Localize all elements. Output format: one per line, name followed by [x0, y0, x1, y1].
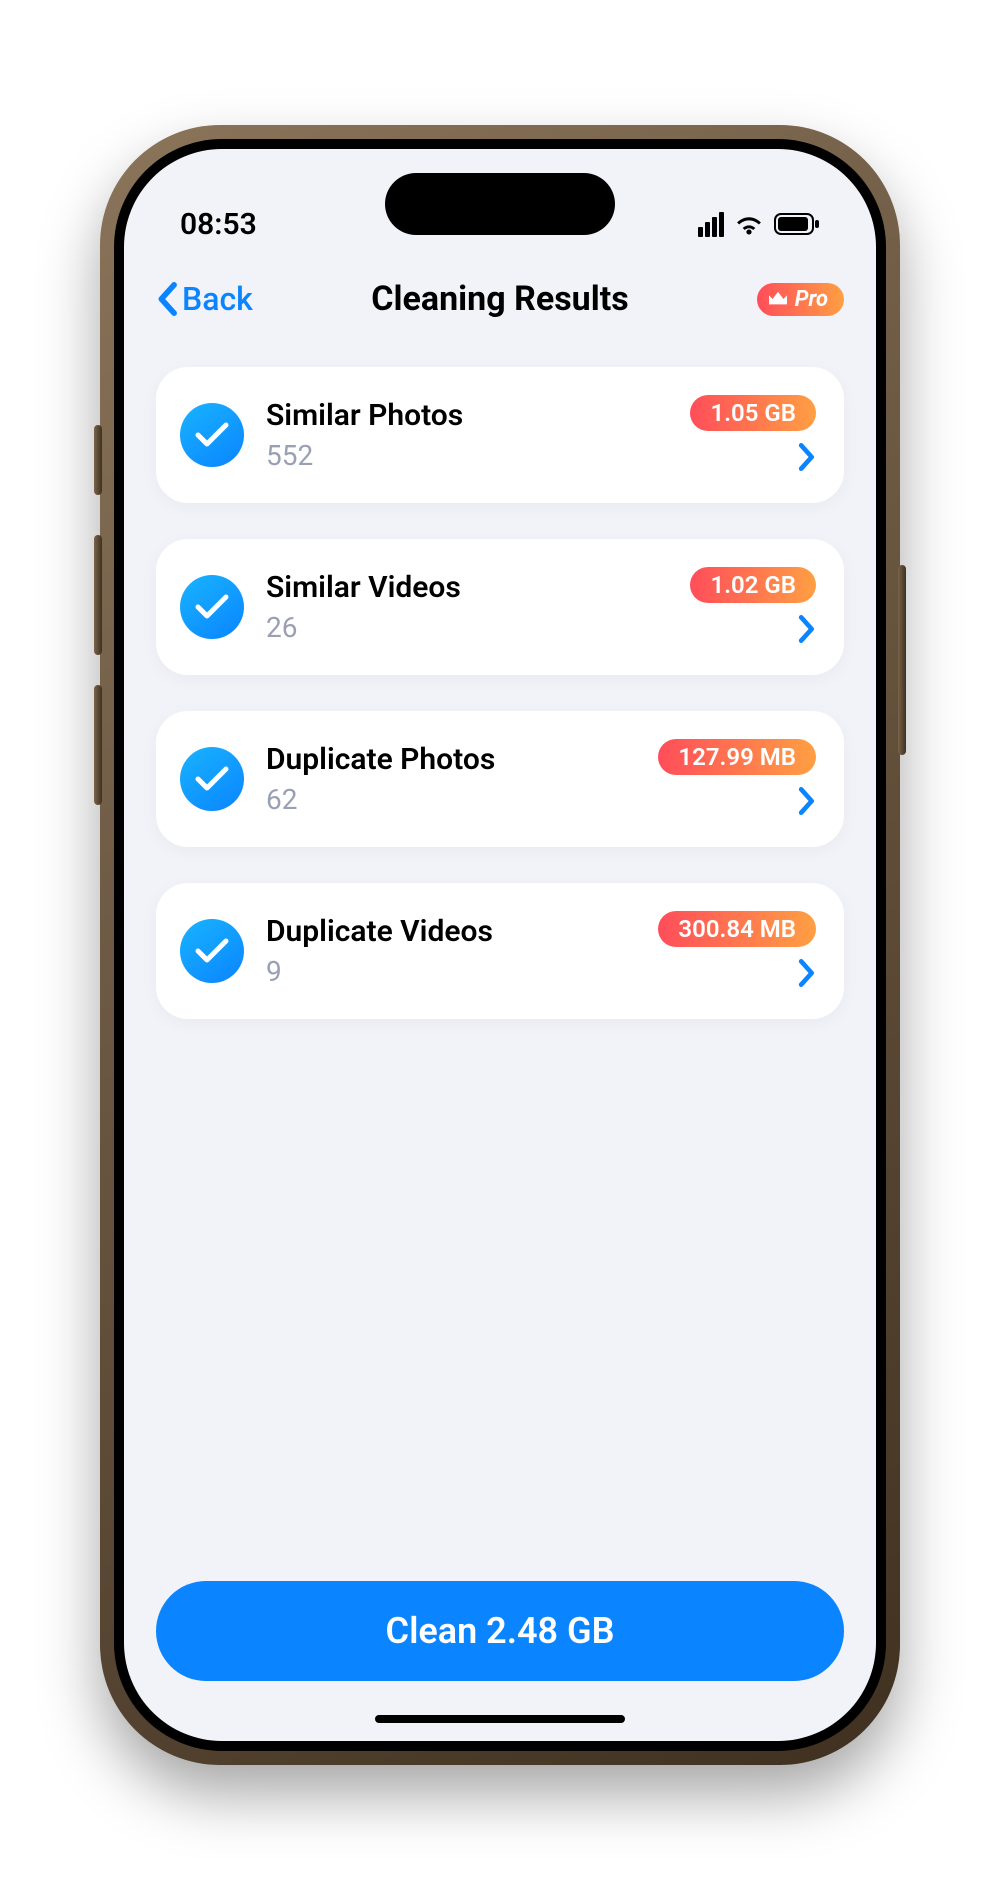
card-similar-videos[interactable]: Similar Videos 26 1.02 GB [156, 539, 844, 675]
clean-label: Clean 2.48 GB [386, 1610, 615, 1652]
phone-frame: 08:53 Back [100, 125, 900, 1765]
check-icon[interactable] [180, 575, 244, 639]
card-duplicate-videos[interactable]: Duplicate Videos 9 300.84 MB [156, 883, 844, 1019]
card-similar-photos[interactable]: Similar Photos 552 1.05 GB [156, 367, 844, 503]
dynamic-island [385, 173, 615, 235]
card-duplicate-photos[interactable]: Duplicate Photos 62 127.99 MB [156, 711, 844, 847]
crown-icon [767, 290, 789, 308]
size-badge: 127.99 MB [658, 739, 816, 775]
chevron-right-icon [798, 443, 816, 475]
card-count: 9 [266, 955, 658, 988]
size-badge: 1.05 GB [690, 395, 816, 431]
card-count: 552 [266, 439, 690, 472]
card-count: 26 [266, 611, 690, 644]
card-title: Similar Photos [266, 398, 690, 433]
screen: 08:53 Back [124, 149, 876, 1741]
power-button[interactable] [898, 565, 906, 755]
card-title: Similar Videos [266, 570, 690, 605]
battery-icon [774, 213, 820, 235]
card-title: Duplicate Photos [266, 742, 658, 777]
card-count: 62 [266, 783, 658, 816]
home-indicator[interactable] [375, 1715, 625, 1723]
check-icon[interactable] [180, 919, 244, 983]
size-badge: 1.02 GB [690, 567, 816, 603]
clean-button[interactable]: Clean 2.48 GB [156, 1581, 844, 1681]
size-badge: 300.84 MB [658, 911, 816, 947]
check-icon[interactable] [180, 403, 244, 467]
volume-up-button[interactable] [94, 535, 102, 655]
back-label: Back [182, 280, 253, 318]
chevron-right-icon [798, 787, 816, 819]
pro-badge[interactable]: Pro [757, 283, 844, 316]
check-icon[interactable] [180, 747, 244, 811]
mute-switch[interactable] [94, 425, 102, 495]
chevron-right-icon [798, 615, 816, 647]
volume-down-button[interactable] [94, 685, 102, 805]
back-button[interactable]: Back [156, 280, 253, 318]
status-time: 08:53 [180, 207, 257, 242]
pro-label: Pro [795, 287, 828, 312]
page-title: Cleaning Results [371, 279, 628, 319]
chevron-left-icon [156, 282, 178, 316]
nav-bar: Back Cleaning Results Pro [124, 259, 876, 339]
results-list: Similar Photos 552 1.05 GB [124, 339, 876, 1581]
cellular-icon [698, 212, 724, 237]
card-title: Duplicate Videos [266, 914, 658, 949]
wifi-icon [734, 213, 764, 235]
chevron-right-icon [798, 959, 816, 991]
